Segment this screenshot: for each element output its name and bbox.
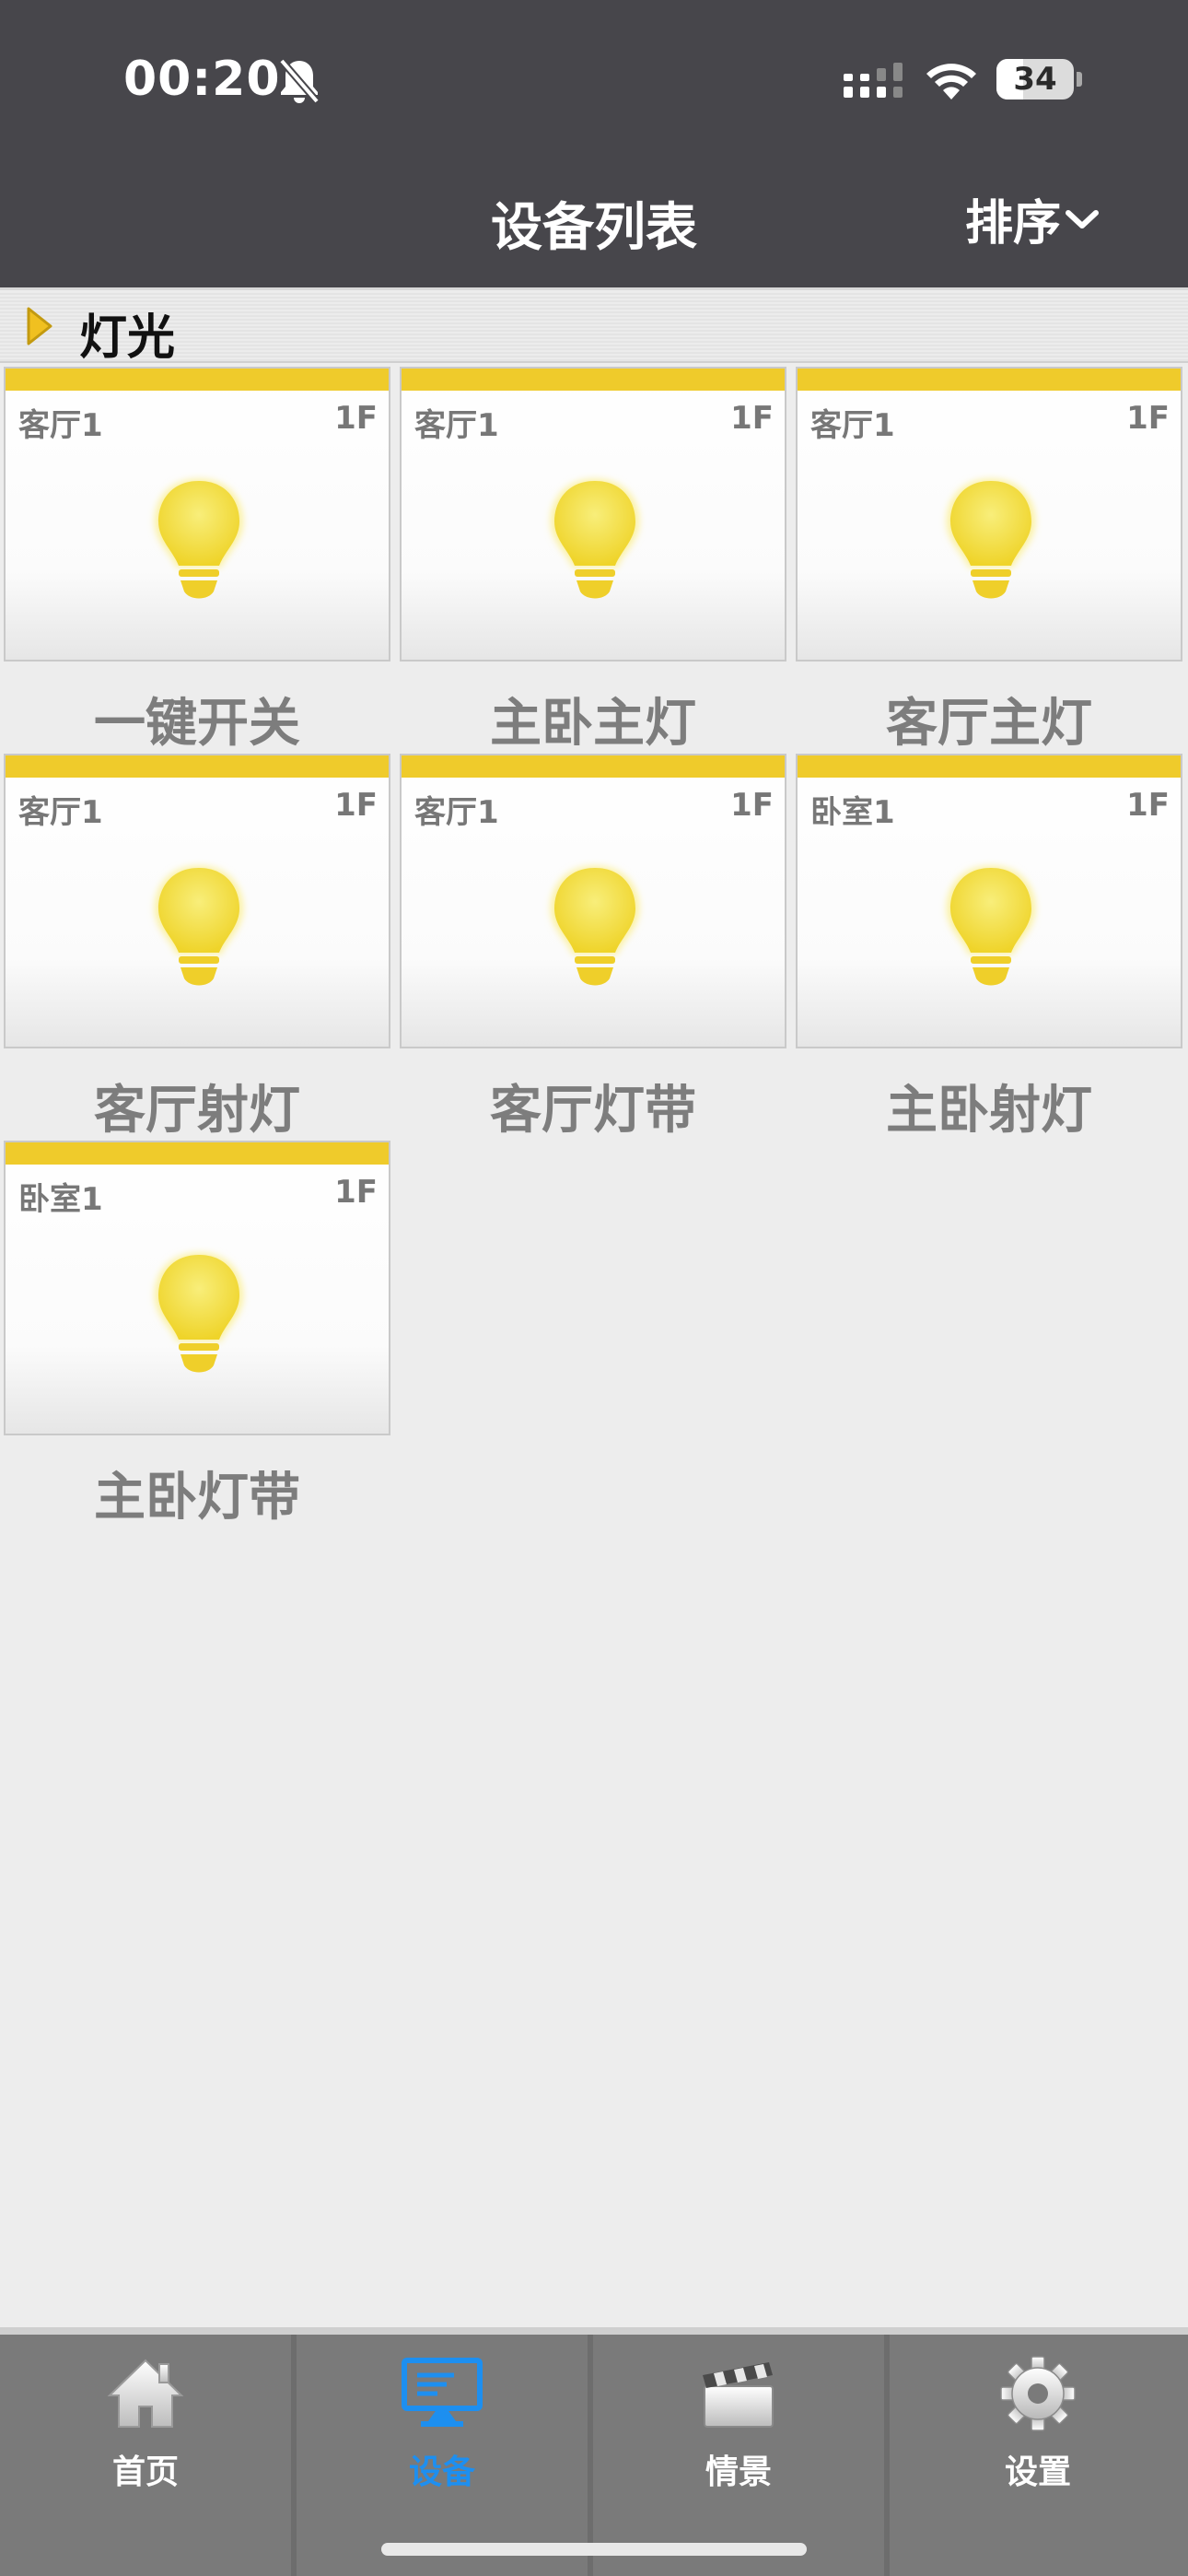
light-bulb-icon [551,866,639,986]
device-floor: 1F [334,1174,378,1211]
device-floor: 1F [730,400,774,437]
device-name[interactable]: 一键开关 [4,682,390,756]
device-tile[interactable]: 卧室1 1F [4,1141,390,1435]
triangle-right-icon [27,307,52,345]
device-floor: 1F [334,787,378,824]
battery-tip [1077,72,1082,87]
tile-status-strip [6,369,389,391]
light-bulb-icon [947,479,1035,599]
tab-label: 情景 [705,2453,772,2491]
device-name[interactable]: 客厅射灯 [4,1069,390,1143]
gear-icon [1000,2356,1076,2431]
tab-label: 设备 [408,2453,475,2491]
tile-status-strip [798,369,1181,391]
tile-status-strip [6,755,389,778]
tile-status-strip [6,1142,389,1165]
device-room: 卧室1 [18,1181,103,1218]
device-room: 客厅1 [18,407,103,444]
light-bulb-icon [155,1253,243,1373]
device-floor: 1F [1126,400,1170,437]
tile-status-strip [402,755,785,778]
device-room: 客厅1 [414,794,499,831]
tab-devices[interactable]: 设备 [297,2335,593,2576]
device-tile[interactable]: 客厅1 1F [4,367,390,662]
tab-label: 首页 [111,2453,179,2491]
clapperboard-icon [703,2362,774,2428]
tab-bar: 首页 设备 情景 设置 [0,2327,1188,2576]
device-tile[interactable]: 客厅1 1F [400,754,786,1048]
device-room: 卧室1 [810,794,895,831]
device-name[interactable]: 主卧射灯 [796,1069,1182,1143]
top-bar: 00:20 34 设备列表 排序 [0,0,1188,290]
bell-off-icon [278,58,320,104]
device-tile[interactable]: 卧室1 1F [796,754,1182,1048]
device-name[interactable]: 客厅灯带 [400,1069,786,1143]
sort-label: 排序 [965,196,1062,252]
tab-home[interactable]: 首页 [0,2335,297,2576]
sort-button[interactable]: 排序 [965,184,1100,253]
device-tile[interactable]: 客厅1 1F [796,367,1182,662]
device-name[interactable]: 主卧灯带 [4,1456,390,1530]
chevron-down-icon [1066,209,1100,228]
tab-label: 设置 [1004,2453,1071,2491]
wifi-icon [926,64,976,100]
tab-settings[interactable]: 设置 [890,2335,1186,2576]
home-icon [107,2359,184,2428]
cellular-signal-icon [844,63,903,98]
device-room: 客厅1 [414,407,499,444]
section-title: 灯光 [79,310,176,366]
device-floor: 1F [334,400,378,437]
device-tile[interactable]: 客厅1 1F [4,754,390,1048]
section-header-lights[interactable]: 灯光 [0,291,1188,366]
light-bulb-icon [947,866,1035,986]
home-indicator[interactable] [381,2543,807,2556]
device-name[interactable]: 主卧主灯 [400,682,786,756]
device-room: 客厅1 [18,794,103,831]
light-bulb-icon [155,866,243,986]
status-time: 00:20 [123,52,281,107]
tile-status-strip [402,369,785,391]
tab-scenes[interactable]: 情景 [593,2335,890,2576]
light-bulb-icon [551,479,639,599]
battery-indicator: 34 [996,59,1074,100]
device-room: 客厅1 [810,407,895,444]
device-tile[interactable]: 客厅1 1F [400,367,786,662]
monitor-icon [402,2358,483,2427]
battery-percent: 34 [1013,61,1057,98]
device-floor: 1F [1126,787,1170,824]
device-name[interactable]: 客厅主灯 [796,682,1182,756]
device-floor: 1F [730,787,774,824]
tile-status-strip [798,755,1181,778]
light-bulb-icon [155,479,243,599]
